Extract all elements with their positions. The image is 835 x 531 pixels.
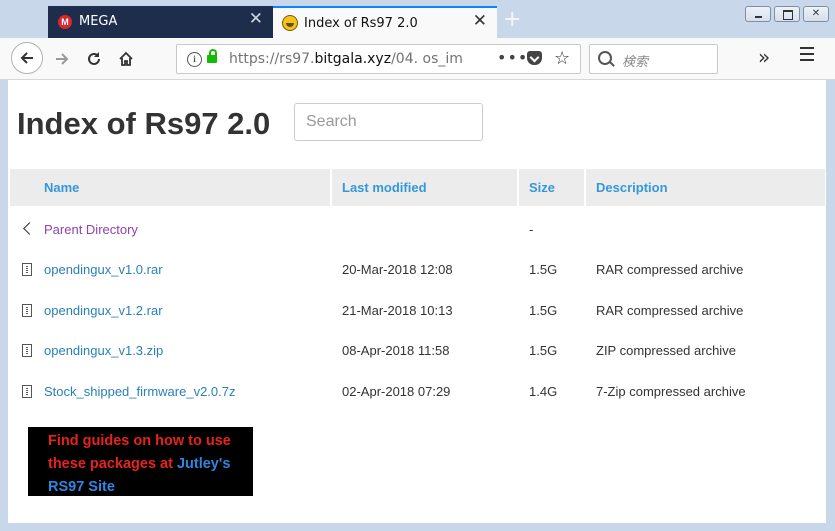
tab-rs97-index[interactable]: Index of Rs97 2.0 ✕ <box>273 6 497 38</box>
bookmark-star-icon[interactable]: ☆ <box>554 48 570 69</box>
search-input[interactable] <box>294 103 483 141</box>
home-button[interactable] <box>112 45 140 73</box>
arrow-left-icon <box>20 52 33 64</box>
chevron-left-icon <box>22 222 33 236</box>
file-description: 7-Zip compressed archive <box>596 384 746 399</box>
search-icon <box>598 51 612 65</box>
page-title: Index of Rs97 2.0 <box>17 106 271 141</box>
parent-directory-link[interactable]: Parent Directory <box>44 222 138 237</box>
file-description: ZIP compressed archive <box>596 343 736 358</box>
file-size: 1.4G <box>529 384 558 399</box>
table-row: Stock_shipped_firmware_v2.0.7z 02-Apr-20… <box>10 372 825 413</box>
column-name-header[interactable]: Name <box>10 169 330 206</box>
browser-search-box[interactable]: 検索 <box>589 44 718 74</box>
file-size: 1.5G <box>529 262 558 277</box>
file-description: RAR compressed archive <box>596 303 744 318</box>
guides-banner[interactable]: Find guides on how to use these packages… <box>28 427 253 496</box>
column-modified-header[interactable]: Last modified <box>332 169 517 206</box>
url-scheme: https://rs97. <box>229 51 315 67</box>
table-row: opendingux_v1.3.zip 08-Apr-2018 11:58 1.… <box>10 331 825 372</box>
hamburger-menu-icon[interactable] <box>800 47 814 65</box>
file-modified: 21-Mar-2018 10:13 <box>342 303 453 318</box>
file-modified: 08-Apr-2018 11:58 <box>342 343 450 358</box>
table-row-parent: Parent Directory - <box>10 210 825 251</box>
tab-strip: M MEGA ✕ Index of Rs97 2.0 ✕ + <box>0 0 835 38</box>
new-tab-button[interactable]: + <box>503 8 521 32</box>
archive-file-icon <box>22 385 32 398</box>
url-text[interactable]: https://rs97.bitgala.xyz/04. os_im <box>229 51 499 67</box>
close-window-button[interactable] <box>803 6 829 22</box>
file-link[interactable]: opendingux_v1.0.rar <box>44 262 163 277</box>
file-link[interactable]: opendingux_v1.3.zip <box>44 343 163 358</box>
archive-file-icon <box>22 263 32 276</box>
table-header: Name Last modified Size Description <box>10 169 825 206</box>
pocket-icon[interactable] <box>527 51 542 65</box>
file-link[interactable]: opendingux_v1.2.rar <box>44 303 163 318</box>
arrow-right-icon <box>56 53 69 65</box>
url-bar[interactable]: i https://rs97.bitgala.xyz/04. os_im •••… <box>176 44 581 74</box>
file-modified: 20-Mar-2018 12:08 <box>342 262 453 277</box>
window-controls <box>742 6 829 26</box>
page-actions-icon[interactable]: ••• <box>497 48 528 67</box>
tab-title: MEGA <box>79 14 118 29</box>
close-tab-icon[interactable]: ✕ <box>249 11 263 28</box>
rs97-favicon-icon <box>282 15 298 31</box>
file-modified: 02-Apr-2018 07:29 <box>342 384 451 399</box>
file-size: - <box>529 222 534 237</box>
banner-text: Find guides on how to use these packages… <box>48 430 253 499</box>
table-row: opendingux_v1.0.rar 20-Mar-2018 12:08 1.… <box>10 250 825 291</box>
url-host: bitgala.xyz <box>314 51 392 67</box>
tab-title: Index of Rs97 2.0 <box>304 16 418 31</box>
home-icon <box>119 51 133 66</box>
navigation-toolbar: i https://rs97.bitgala.xyz/04. os_im •••… <box>0 38 835 80</box>
lock-icon[interactable] <box>207 49 217 63</box>
info-icon[interactable]: i <box>187 52 202 67</box>
column-description-header[interactable]: Description <box>586 169 825 206</box>
close-tab-icon[interactable]: ✕ <box>473 13 487 30</box>
file-description: RAR compressed archive <box>596 262 744 277</box>
tab-mega[interactable]: M MEGA ✕ <box>48 6 273 38</box>
mega-logo-icon: M <box>58 15 72 29</box>
page-content: Index of Rs97 2.0 Name Last modified Siz… <box>8 80 826 523</box>
back-button[interactable] <box>11 42 43 74</box>
file-link[interactable]: Stock_shipped_firmware_v2.0.7z <box>44 384 236 399</box>
archive-file-icon <box>22 344 32 357</box>
table-row: opendingux_v1.2.rar 21-Mar-2018 10:13 1.… <box>10 291 825 332</box>
archive-file-icon <box>22 304 32 317</box>
maximize-button[interactable] <box>774 6 800 22</box>
url-path: /04. os_im <box>391 51 463 67</box>
reload-icon <box>88 52 100 65</box>
minimize-button[interactable] <box>745 6 771 22</box>
file-size: 1.5G <box>529 343 558 358</box>
column-size-header[interactable]: Size <box>519 169 584 206</box>
browser-window: M MEGA ✕ Index of Rs97 2.0 ✕ + i <box>0 0 835 531</box>
overflow-menu-icon[interactable]: » <box>758 45 770 69</box>
file-size: 1.5G <box>529 303 558 318</box>
reload-button[interactable] <box>80 45 108 73</box>
search-placeholder: 検索 <box>622 55 649 70</box>
forward-button[interactable] <box>48 45 76 73</box>
